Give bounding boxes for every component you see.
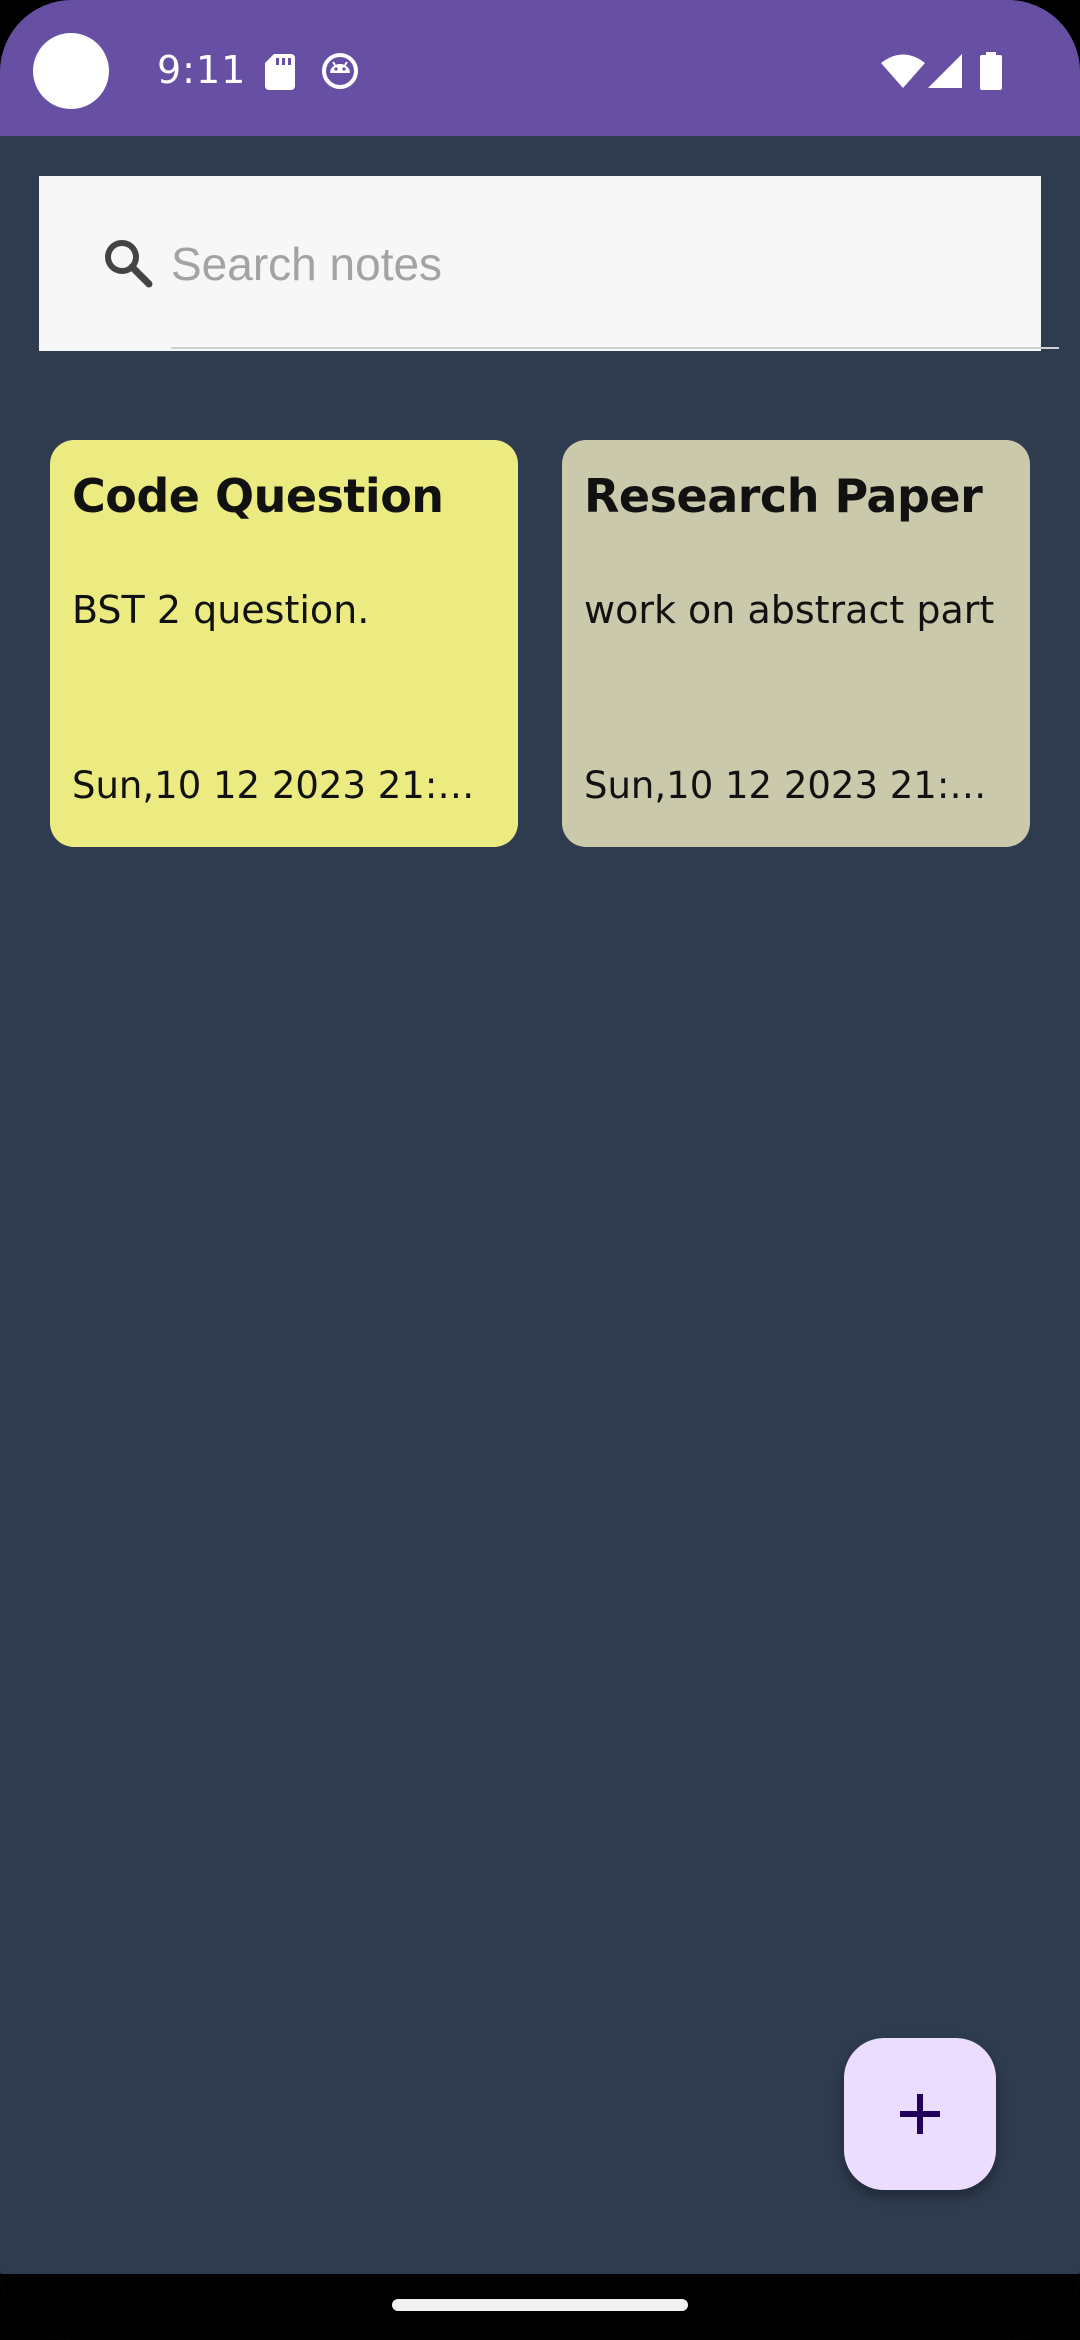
note-date: Sun,10 12 2023 21:10...	[584, 764, 1008, 807]
plus-icon	[900, 2094, 940, 2134]
note-body: work on abstract part	[584, 588, 995, 632]
add-note-button[interactable]	[844, 2038, 996, 2190]
sd-card-icon	[265, 54, 295, 90]
note-date: Sun,10 12 2023 21:10...	[72, 764, 496, 807]
android-icon	[322, 53, 358, 89]
note-body: BST 2 question.	[72, 588, 370, 632]
camera-cutout	[33, 33, 109, 109]
app-screen: 9:11 Search notes Code Question BST 2 qu…	[0, 0, 1080, 2340]
home-gesture-handle[interactable]	[392, 2299, 688, 2311]
note-card[interactable]: Research Paper work on abstract part Sun…	[562, 440, 1030, 847]
search-input[interactable]	[109, 216, 949, 312]
status-bar: 9:11	[0, 0, 1080, 136]
note-title: Research Paper	[584, 469, 983, 523]
note-title: Code Question	[72, 469, 444, 523]
battery-icon	[980, 52, 1002, 90]
status-time: 9:11	[157, 48, 247, 92]
search-underline	[171, 347, 1059, 349]
search-bar	[39, 176, 1059, 351]
wifi-icon	[881, 54, 925, 88]
signal-icon	[928, 54, 962, 88]
note-card[interactable]: Code Question BST 2 question. Sun,10 12 …	[50, 440, 518, 847]
